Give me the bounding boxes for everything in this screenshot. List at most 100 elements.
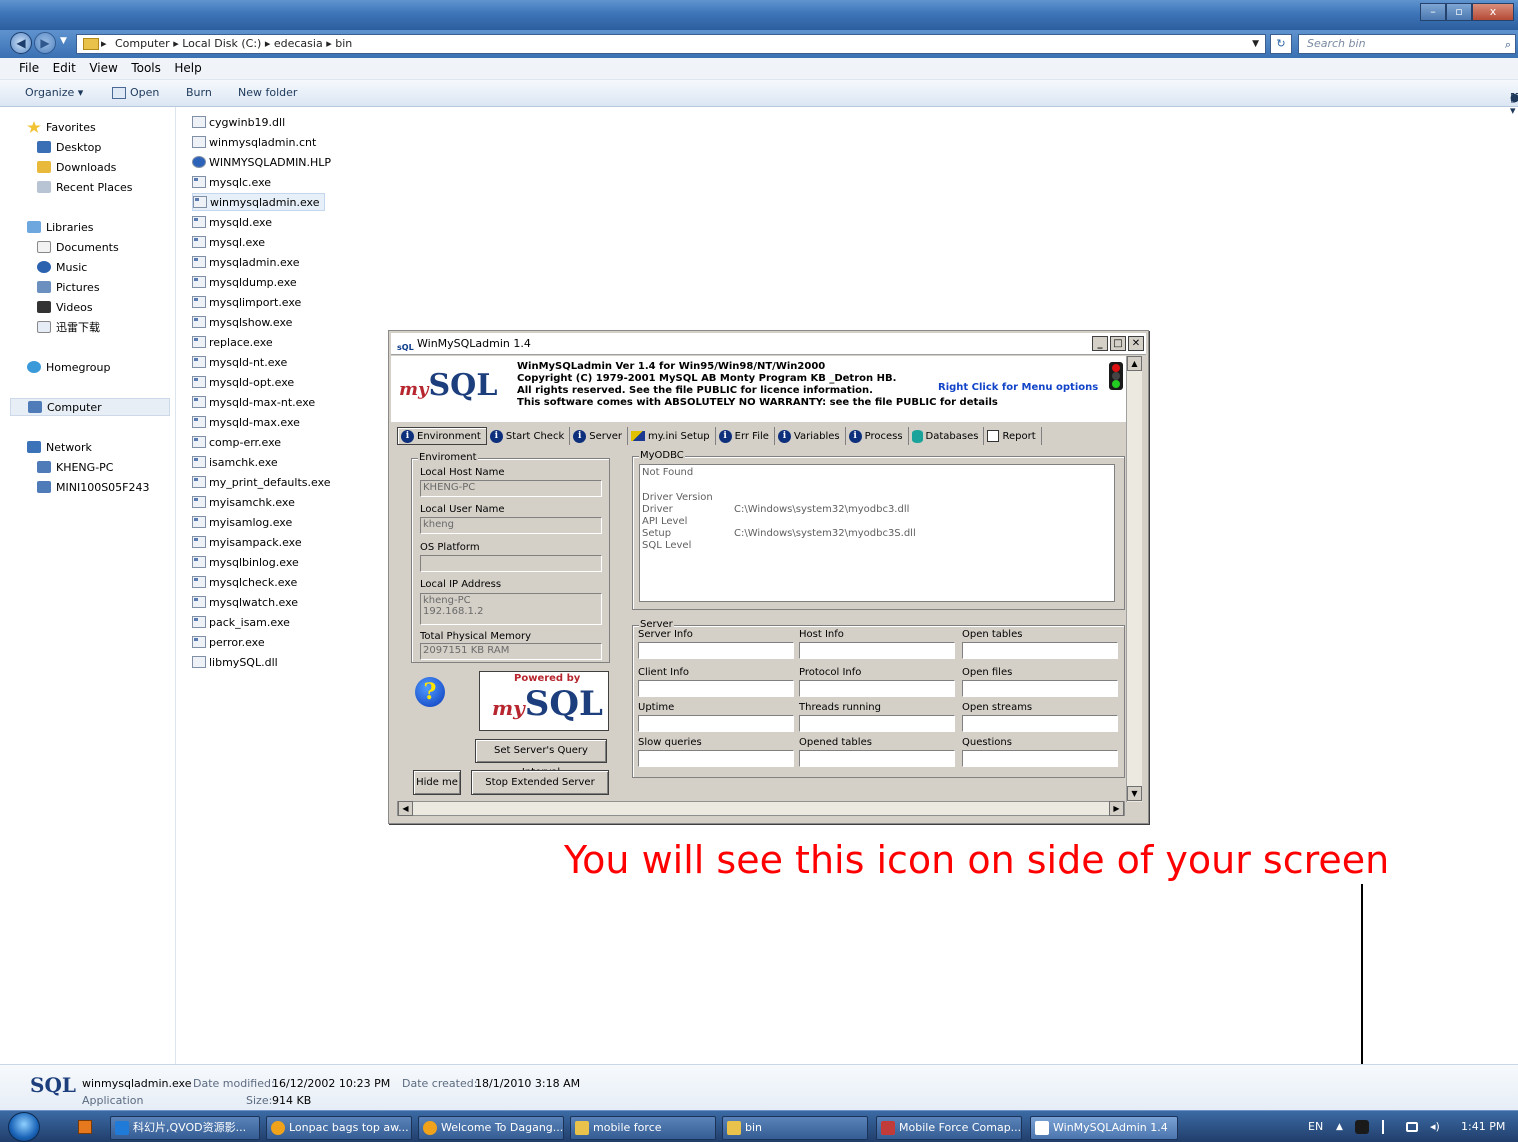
recent-pages-chevron-icon[interactable]: ▼ — [60, 36, 67, 46]
organize-button[interactable]: Organize ▾ — [25, 86, 83, 99]
help-icon[interactable]: ● — [1510, 91, 1518, 104]
open-button[interactable]: Open — [130, 86, 159, 99]
server-stat-field[interactable] — [638, 680, 794, 697]
nav-favorites[interactable]: Favorites — [27, 118, 96, 136]
local-host-name-field[interactable]: KHENG-PC — [420, 480, 602, 497]
taskbar-button-bin[interactable]: bin — [722, 1116, 868, 1140]
file-item[interactable]: mysqladmin.exe — [192, 253, 303, 271]
file-item[interactable]: WINMYSQLADMIN.HLP — [192, 153, 335, 171]
file-item[interactable]: mysqlc.exe — [192, 173, 275, 191]
close-button[interactable]: x — [1472, 3, 1514, 21]
nav-homegroup[interactable]: Homegroup — [27, 358, 110, 376]
file-item[interactable]: myisampack.exe — [192, 533, 306, 551]
server-stat-field[interactable] — [799, 680, 955, 697]
tab-environment[interactable]: i Environment — [397, 427, 487, 445]
tab-process[interactable]: i Process — [846, 427, 909, 445]
nav-computer[interactable]: Computer — [10, 398, 170, 416]
tab-report[interactable]: Report — [984, 427, 1042, 445]
file-item[interactable]: myisamlog.exe — [192, 513, 296, 531]
file-item[interactable]: pack_isam.exe — [192, 613, 294, 631]
volume-icon[interactable]: ◂) — [1430, 1111, 1440, 1142]
nav-network[interactable]: Network — [27, 438, 92, 456]
tab-start-check[interactable]: i Start Check — [487, 427, 571, 445]
taskbar-button-mobile-force[interactable]: mobile force — [570, 1116, 716, 1140]
scroll-left-icon[interactable]: ◀ — [398, 801, 413, 816]
file-item[interactable]: cygwinb19.dll — [192, 113, 289, 131]
maximize-button[interactable]: ▫ — [1446, 3, 1472, 21]
server-stat-field[interactable] — [962, 642, 1118, 659]
minimize-button[interactable]: _ — [1092, 336, 1108, 351]
address-bar[interactable]: ▸ Computer ▸ Local Disk (C:) ▸ edecasia … — [76, 34, 1266, 54]
server-stat-field[interactable] — [799, 642, 955, 659]
search-icon[interactable]: ⌕ — [1505, 36, 1511, 54]
menu-view[interactable]: View — [84, 58, 122, 78]
start-button[interactable] — [8, 1112, 40, 1142]
close-button[interactable]: ✕ — [1128, 336, 1144, 351]
file-item[interactable]: mysqlcheck.exe — [192, 573, 301, 591]
server-stat-field[interactable] — [799, 715, 955, 732]
refresh-icon[interactable]: ↻ — [1270, 34, 1292, 54]
menu-file[interactable]: File — [14, 58, 44, 78]
server-stat-field[interactable] — [638, 750, 794, 767]
file-item[interactable]: perror.exe — [192, 633, 269, 651]
nav-mini100[interactable]: MINI100S05F243 — [37, 478, 150, 496]
horizontal-scrollbar[interactable]: ◀ ▶ — [397, 801, 1125, 816]
file-item[interactable]: myisamchk.exe — [192, 493, 299, 511]
tab-variables[interactable]: i Variables — [775, 427, 846, 445]
clock[interactable]: 1:41 PM — [1461, 1111, 1505, 1142]
file-item[interactable]: mysqlwatch.exe — [192, 593, 302, 611]
os-platform-field[interactable] — [420, 555, 602, 572]
nav-downloads[interactable]: Downloads — [37, 158, 116, 176]
menu-help[interactable]: Help — [169, 58, 206, 78]
media-player-icon[interactable] — [78, 1120, 92, 1134]
file-item[interactable]: mysqld-max-nt.exe — [192, 393, 319, 411]
menu-tools[interactable]: Tools — [126, 58, 166, 78]
hide-me-button[interactable]: Hide me — [413, 770, 461, 795]
taskbar-button-lonpac[interactable]: Lonpac bags top aw... — [266, 1116, 412, 1140]
file-item[interactable]: mysqld-max.exe — [192, 413, 304, 431]
address-dropdown-chevron-icon[interactable]: ▼ — [1252, 35, 1259, 53]
tab-err-file[interactable]: i Err File — [716, 427, 775, 445]
tab-databases[interactable]: Databases — [909, 427, 985, 445]
breadcrumb-bin[interactable]: bin — [335, 37, 352, 50]
taskbar-button-qvod[interactable]: 科幻片,QVOD资源影... — [110, 1116, 260, 1140]
search-input[interactable]: Search bin ⌕ — [1298, 34, 1516, 54]
traffic-light-icon[interactable] — [1109, 362, 1123, 390]
language-indicator[interactable]: EN — [1308, 1111, 1323, 1142]
local-user-name-field[interactable]: kheng — [420, 517, 602, 534]
file-item[interactable]: mysql.exe — [192, 233, 269, 251]
taskbar-button-mobile-force-comap[interactable]: Mobile Force Comap... — [876, 1116, 1022, 1140]
nav-documents[interactable]: Documents — [37, 238, 119, 256]
server-stat-field[interactable] — [799, 750, 955, 767]
winmysqladmin-tray-traffic-light-icon[interactable] — [1355, 1120, 1369, 1134]
scroll-right-icon[interactable]: ▶ — [1109, 801, 1124, 816]
total-physical-memory-field[interactable]: 2097151 KB RAM — [420, 643, 602, 660]
nav-kheng-pc[interactable]: KHENG-PC — [37, 458, 113, 476]
file-item[interactable]: mysqlimport.exe — [192, 293, 305, 311]
set-query-interval-button[interactable]: Set Server's Query Interval — [475, 739, 607, 778]
forward-arrow-icon[interactable]: ▶ — [34, 32, 56, 54]
breadcrumb-edecasia[interactable]: edecasia — [274, 37, 323, 50]
new-folder-button[interactable]: New folder — [238, 86, 297, 99]
tab-my-ini-setup[interactable]: my.ini Setup — [628, 427, 716, 445]
file-item[interactable]: mysqlbinlog.exe — [192, 553, 303, 571]
server-stat-field[interactable] — [962, 715, 1118, 732]
server-stat-field[interactable] — [962, 680, 1118, 697]
server-stat-field[interactable] — [962, 750, 1118, 767]
file-item[interactable]: replace.exe — [192, 333, 277, 351]
show-hidden-icons-icon[interactable]: ▲ — [1336, 1111, 1343, 1142]
file-item[interactable]: winmysqladmin.cnt — [192, 133, 320, 151]
file-item[interactable]: isamchk.exe — [192, 453, 282, 471]
nav-music[interactable]: Music — [37, 258, 87, 276]
vertical-scrollbar[interactable]: ▲ ▼ — [1126, 356, 1142, 802]
taskbar-button-winmysqladmin[interactable]: WinMySQLAdmin 1.4 — [1030, 1116, 1178, 1140]
nav-desktop[interactable]: Desktop — [37, 138, 101, 156]
file-item[interactable]: mysqlshow.exe — [192, 313, 296, 331]
back-arrow-icon[interactable]: ◀ — [10, 32, 32, 54]
file-item[interactable]: libmySQL.dll — [192, 653, 282, 671]
server-stat-field[interactable] — [638, 642, 794, 659]
nav-pictures[interactable]: Pictures — [37, 278, 100, 296]
menu-edit[interactable]: Edit — [48, 58, 81, 78]
file-item[interactable]: winmysqladmin.exe — [192, 193, 325, 211]
scroll-down-icon[interactable]: ▼ — [1127, 786, 1142, 801]
